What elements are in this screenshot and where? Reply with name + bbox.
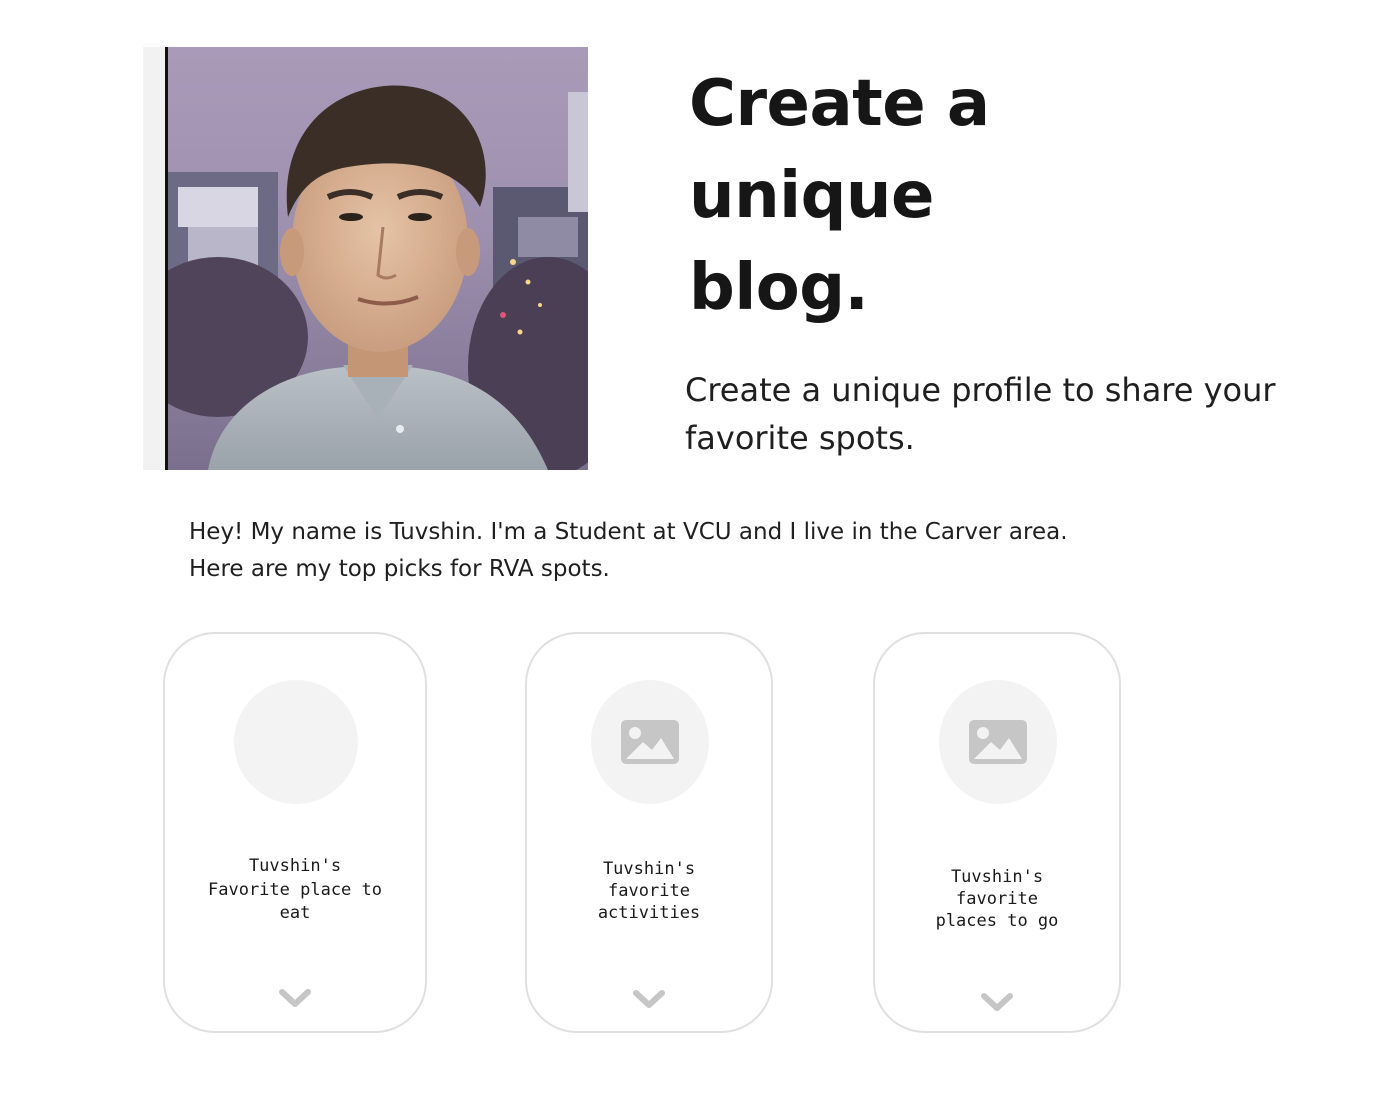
page-title: Create a unique blog. [689,67,990,325]
card-favorite-place-to-eat[interactable]: Tuvshin's Favorite place to eat [163,632,427,1033]
profile-bio: Hey! My name is Tuvshin. I'm a Student a… [189,519,1068,582]
card-title: Tuvshin's Favorite place to eat [208,856,382,923]
blank-circle-icon [234,680,358,804]
page-subtitle: Create a unique profile to share your fa… [685,371,1276,457]
image-placeholder-icon [939,680,1057,804]
card-title: Tuvshin's favorite places to go [935,867,1059,931]
image-placeholder-icon [591,680,709,804]
portrait-photo-icon [168,47,588,470]
card-favorite-activities[interactable]: Tuvshin's favorite activities [525,632,773,1033]
chevron-down-icon[interactable] [981,993,1013,1013]
profile-photo-frame [143,47,588,470]
card-favorite-places-to-go[interactable]: Tuvshin's favorite places to go [873,632,1121,1033]
profile-photo [165,47,588,470]
chevron-down-icon[interactable] [633,990,665,1010]
chevron-down-icon[interactable] [279,989,311,1009]
card-title: Tuvshin's favorite activities [597,859,701,923]
